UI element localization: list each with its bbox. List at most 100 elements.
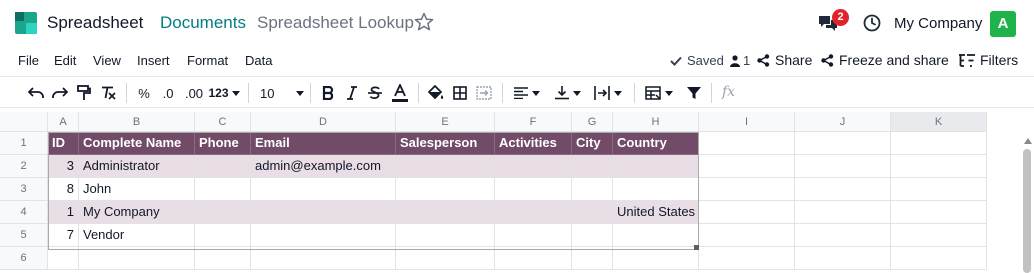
column-header-k[interactable]: K xyxy=(891,112,987,132)
app-name[interactable]: Spreadsheet xyxy=(47,13,143,33)
menu-format[interactable]: Format xyxy=(187,53,228,68)
star-icon[interactable] xyxy=(414,12,434,32)
table-cell[interactable]: My Company xyxy=(79,201,195,224)
table-cell[interactable]: United States xyxy=(613,201,699,224)
spreadsheet-app-icon[interactable] xyxy=(15,12,37,34)
align-horizontal-dropdown[interactable] xyxy=(510,83,544,103)
menu-insert[interactable]: Insert xyxy=(137,53,170,68)
increase-decimal-button[interactable]: .00 xyxy=(182,83,206,103)
cell-k1[interactable] xyxy=(891,132,987,155)
number-format-dropdown[interactable]: 123 xyxy=(207,83,241,103)
table-style-dropdown[interactable] xyxy=(642,83,676,103)
user-avatar[interactable]: A xyxy=(990,11,1016,37)
cell-h6[interactable] xyxy=(613,247,699,270)
row-header-4[interactable]: 4 xyxy=(0,201,48,224)
table-cell[interactable] xyxy=(572,224,613,247)
scrollbar-thumb[interactable] xyxy=(1023,149,1031,273)
table-cell[interactable] xyxy=(251,224,396,247)
table-cell[interactable] xyxy=(251,178,396,201)
redo-icon[interactable] xyxy=(50,83,70,103)
cell-i4[interactable] xyxy=(699,201,795,224)
clear-format-icon[interactable] xyxy=(98,83,118,103)
table-cell[interactable] xyxy=(195,201,251,224)
table-cell[interactable] xyxy=(195,155,251,178)
row-header-3[interactable]: 3 xyxy=(0,178,48,201)
cell-g6[interactable] xyxy=(572,247,613,270)
cell-j3[interactable] xyxy=(795,178,891,201)
row-header-5[interactable]: 5 xyxy=(0,224,48,247)
column-header-d[interactable]: D xyxy=(251,112,396,132)
row-header-1[interactable]: 1 xyxy=(0,132,48,155)
table-header-cell[interactable]: Country xyxy=(613,132,699,155)
table-cell[interactable] xyxy=(495,178,572,201)
table-header-cell[interactable]: Complete Name xyxy=(79,132,195,155)
bold-icon[interactable] xyxy=(318,83,338,103)
table-header-cell[interactable]: ID xyxy=(48,132,79,155)
wrap-text-dropdown[interactable] xyxy=(590,83,626,103)
font-size-dropdown[interactable]: 10 xyxy=(256,83,304,103)
strikethrough-icon[interactable] xyxy=(365,83,385,103)
table-cell[interactable]: Vendor xyxy=(79,224,195,247)
table-header-cell[interactable]: Activities xyxy=(495,132,572,155)
column-header-j[interactable]: J xyxy=(795,112,891,132)
table-header-cell[interactable]: Salesperson xyxy=(396,132,495,155)
company-switcher[interactable]: My Company xyxy=(894,15,982,32)
table-cell[interactable] xyxy=(396,178,495,201)
table-header-cell[interactable]: City xyxy=(572,132,613,155)
breadcrumb-documents-link[interactable]: Documents xyxy=(160,13,246,33)
filter-icon[interactable] xyxy=(684,83,704,103)
column-header-f[interactable]: F xyxy=(495,112,572,132)
table-cell[interactable] xyxy=(572,178,613,201)
cell-e6[interactable] xyxy=(396,247,495,270)
cell-k4[interactable] xyxy=(891,201,987,224)
table-cell[interactable] xyxy=(495,155,572,178)
cell-k3[interactable] xyxy=(891,178,987,201)
cell-j6[interactable] xyxy=(795,247,891,270)
cell-a6[interactable] xyxy=(48,247,79,270)
menu-data[interactable]: Data xyxy=(245,53,272,68)
cell-j2[interactable] xyxy=(795,155,891,178)
cell-f6[interactable] xyxy=(495,247,572,270)
cell-i6[interactable] xyxy=(699,247,795,270)
table-cell[interactable]: 1 xyxy=(48,201,79,224)
table-cell[interactable] xyxy=(195,178,251,201)
column-header-b[interactable]: B xyxy=(79,112,195,132)
italic-icon[interactable] xyxy=(342,83,362,103)
cell-i5[interactable] xyxy=(699,224,795,247)
cell-k6[interactable] xyxy=(891,247,987,270)
percent-format-button[interactable]: % xyxy=(136,83,152,103)
filters-button[interactable]: Filters xyxy=(959,52,1018,68)
row-header-2[interactable]: 2 xyxy=(0,155,48,178)
cell-j4[interactable] xyxy=(795,201,891,224)
select-all-corner[interactable] xyxy=(0,112,48,132)
freeze-and-share-button[interactable]: Freeze and share xyxy=(821,52,949,68)
table-cell[interactable] xyxy=(195,224,251,247)
table-cell[interactable] xyxy=(251,201,396,224)
text-color-icon[interactable] xyxy=(389,83,411,103)
table-resize-handle[interactable] xyxy=(694,245,699,250)
column-header-h[interactable]: H xyxy=(613,112,699,132)
menu-view[interactable]: View xyxy=(93,53,121,68)
column-header-e[interactable]: E xyxy=(396,112,495,132)
cell-d6[interactable] xyxy=(251,247,396,270)
table-cell[interactable] xyxy=(613,155,699,178)
clock-icon[interactable] xyxy=(863,14,881,32)
cell-b6[interactable] xyxy=(79,247,195,270)
table-cell[interactable] xyxy=(495,224,572,247)
table-cell[interactable] xyxy=(396,201,495,224)
table-header-cell[interactable]: Phone xyxy=(195,132,251,155)
column-header-a[interactable]: A xyxy=(48,112,79,132)
formula-bar[interactable]: fx xyxy=(722,84,735,100)
menu-file[interactable]: File xyxy=(18,53,39,68)
table-cell[interactable] xyxy=(396,224,495,247)
table-cell[interactable]: admin@example.com xyxy=(251,155,396,178)
table-cell[interactable]: 3 xyxy=(48,155,79,178)
collaborators-count[interactable]: 1 xyxy=(730,53,750,68)
table-cell[interactable] xyxy=(396,155,495,178)
table-cell[interactable]: 8 xyxy=(48,178,79,201)
align-vertical-dropdown[interactable] xyxy=(551,83,585,103)
column-header-i[interactable]: I xyxy=(699,112,795,132)
cell-i2[interactable] xyxy=(699,155,795,178)
table-header-cell[interactable]: Email xyxy=(251,132,396,155)
paint-format-icon[interactable] xyxy=(74,83,94,103)
